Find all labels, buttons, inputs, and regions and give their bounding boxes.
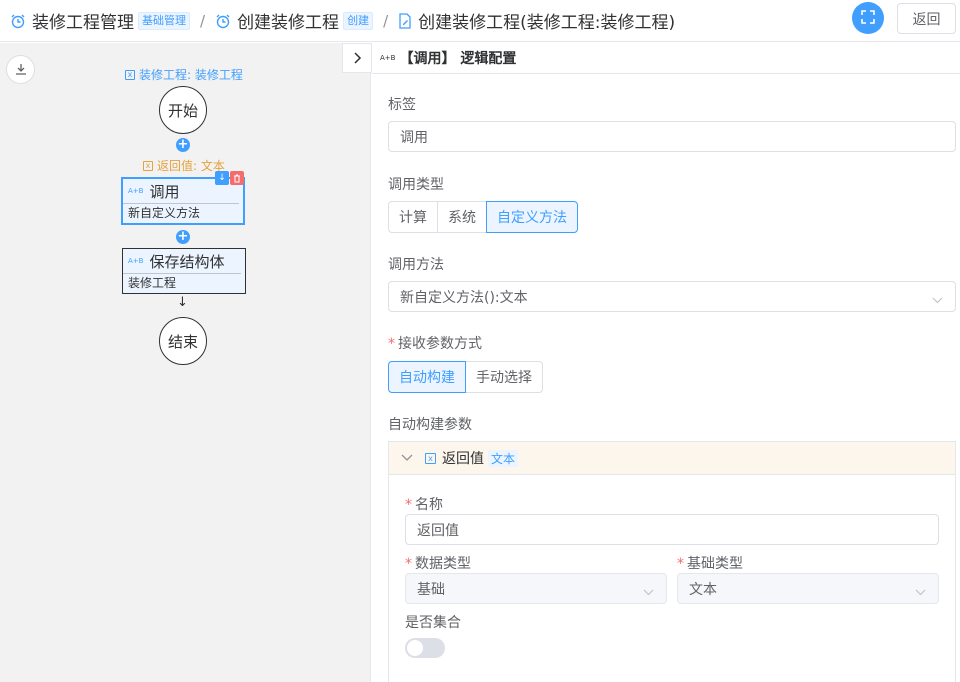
breadcrumb-separator: /: [383, 11, 389, 30]
back-button[interactable]: 返回: [897, 3, 956, 34]
receive-auto-button[interactable]: 自动构建: [388, 361, 466, 393]
chevron-down-icon: [401, 450, 413, 466]
breadcrumb-item-management[interactable]: 装修工程管理 基础管理: [10, 8, 190, 33]
param-type-tag: 文本: [488, 449, 519, 467]
data-type-label: * 数据类型: [405, 556, 471, 572]
node-subtitle: 新自定义方法: [128, 206, 201, 220]
base-type-label: * 基础类型: [677, 556, 743, 572]
breadcrumb-tag: 基础管理: [138, 11, 190, 30]
fullscreen-icon: [861, 9, 875, 28]
breadcrumb-separator: /: [200, 11, 206, 30]
param-name: 返回值: [442, 451, 484, 467]
variable-icon: x: [125, 69, 135, 80]
collapse-panel-button[interactable]: [342, 43, 372, 73]
move-down-icon[interactable]: ↓: [215, 171, 229, 185]
fullscreen-button[interactable]: [852, 2, 884, 34]
param-card-header[interactable]: x 返回值 文本: [389, 442, 955, 475]
breadcrumb-item-current: 创建装修工程(装修工程:装修工程): [398, 8, 675, 33]
panel-title: 【调用】 逻辑配置: [399, 51, 517, 67]
alarm-clock-icon: [10, 13, 26, 29]
node-title: 调用: [149, 182, 180, 201]
node-title: 保存结构体: [149, 252, 225, 271]
chevron-down-icon: [915, 584, 926, 600]
receive-manual-button[interactable]: 手动选择: [465, 361, 543, 393]
flow-canvas[interactable]: x 装修工程: 装修工程 开始 + x 返回值: 文本 ↓ A+B 调用 新自定…: [0, 43, 372, 682]
breadcrumb-item-create[interactable]: 创建装修工程 创建: [215, 8, 374, 33]
call-type-group: 计算 系统 自定义方法: [388, 201, 578, 233]
edit-document-icon: [398, 12, 412, 29]
save-struct-step-node[interactable]: A+B 保存结构体 装修工程: [122, 248, 246, 294]
logic-badge-icon: A+B: [128, 187, 144, 195]
call-method-label: 调用方法: [388, 257, 444, 273]
param-name-label: * 名称: [405, 497, 443, 513]
variable-icon: x: [143, 160, 153, 171]
logic-badge-icon: A+B: [380, 54, 396, 62]
call-type-system-button[interactable]: 系统: [437, 201, 487, 233]
breadcrumb-tag: 创建: [343, 11, 374, 30]
param-name-input[interactable]: 返回值: [405, 514, 939, 545]
add-step-button[interactable]: +: [176, 138, 190, 152]
header: 装修工程管理 基础管理 / 创建装修工程 创建 / 创建装修工程(装修工程:装修…: [0, 0, 960, 42]
add-step-button[interactable]: +: [176, 230, 190, 244]
chevron-down-icon: [643, 584, 654, 600]
label-input[interactable]: 调用: [388, 121, 956, 152]
return-variable-label: x 返回值: 文本: [143, 157, 225, 174]
breadcrumb-title: 装修工程管理: [32, 13, 134, 33]
logic-config-panel: A+B 【调用】 逻辑配置 标签 调用 调用类型 计算 系统 自定义方法 调用方…: [372, 43, 960, 682]
breadcrumb: 装修工程管理 基础管理 / 创建装修工程 创建 / 创建装修工程(装修工程:装修…: [0, 0, 675, 41]
call-type-label: 调用类型: [388, 177, 444, 193]
data-type-select[interactable]: 基础: [405, 573, 667, 604]
auto-params-label: 自动构建参数: [388, 417, 472, 433]
breadcrumb-title: 创建装修工程: [237, 13, 340, 33]
label-field-label: 标签: [388, 97, 416, 113]
receive-mode-group: 自动构建 手动选择: [388, 361, 543, 393]
call-type-custom-button[interactable]: 自定义方法: [486, 201, 578, 233]
start-node[interactable]: 开始: [159, 86, 207, 134]
call-step-node[interactable]: ↓ A+B 调用 新自定义方法: [121, 171, 245, 225]
logic-badge-icon: A+B: [128, 257, 144, 265]
arrow-down-icon: ↓: [177, 295, 188, 310]
breadcrumb-title: 创建装修工程(装修工程:装修工程): [418, 13, 676, 33]
call-type-calc-button[interactable]: 计算: [388, 201, 438, 233]
receive-mode-label: * 接收参数方式: [388, 336, 482, 352]
panel-header: A+B 【调用】 逻辑配置: [372, 43, 960, 74]
is-collection-toggle[interactable]: [405, 638, 445, 658]
variable-icon: x: [425, 452, 436, 464]
is-collection-label: 是否集合: [405, 615, 461, 631]
chevron-right-icon: [352, 49, 362, 68]
entity-variable-label: x 装修工程: 装修工程: [125, 66, 243, 83]
base-type-select[interactable]: 文本: [677, 573, 939, 604]
end-node[interactable]: 结束: [159, 317, 207, 365]
alarm-clock-icon: [215, 13, 231, 29]
download-button[interactable]: [6, 55, 35, 84]
param-card: x 返回值 文本 * 名称 返回值 * 数据类型 基础 * 基础类型 文本 是否集合: [388, 441, 956, 682]
chevron-down-icon: [932, 292, 943, 308]
delete-icon[interactable]: [230, 171, 244, 185]
node-actions: ↓: [214, 171, 244, 185]
node-subtitle: 装修工程: [128, 276, 177, 290]
download-icon: [15, 60, 27, 79]
call-method-select[interactable]: 新自定义方法():文本: [388, 281, 956, 312]
